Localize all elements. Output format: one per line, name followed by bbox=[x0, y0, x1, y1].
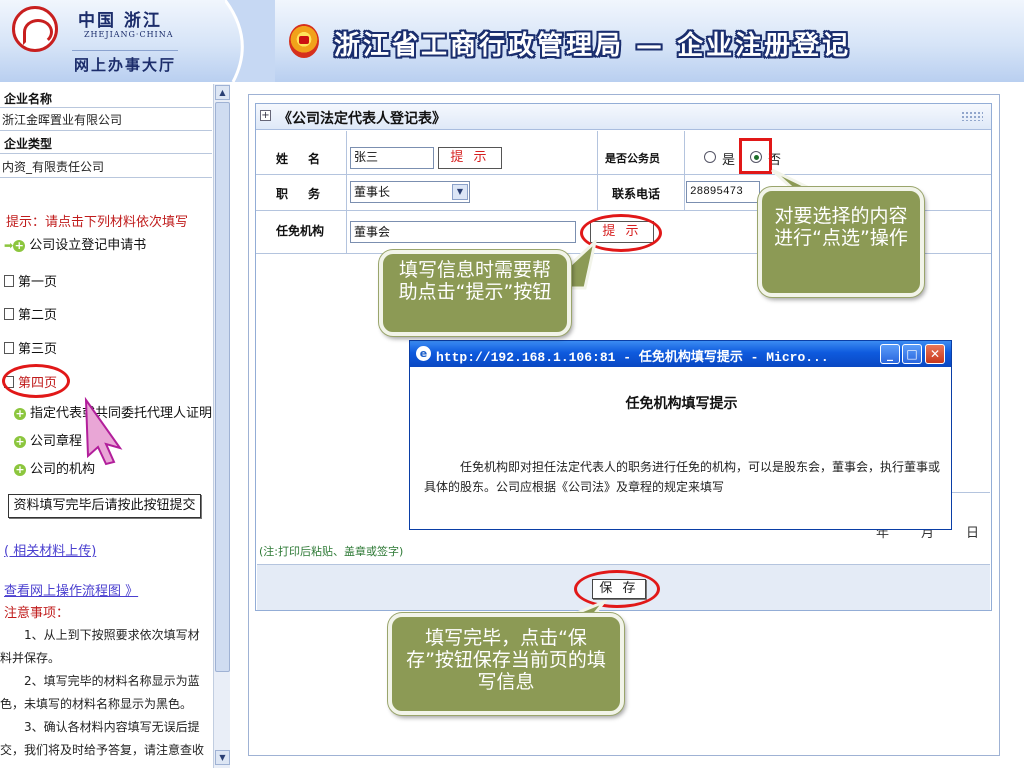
logo-subtitle: 网上办事大厅 bbox=[72, 50, 178, 74]
note-1: 1、从上到下按照要求依次填写材料并保存。 bbox=[0, 628, 200, 665]
scroll-up-icon[interactable]: ▲ bbox=[215, 85, 230, 100]
name-label: 姓 名 bbox=[276, 152, 325, 166]
sidebar-scrollbar[interactable]: ▲ ▼ bbox=[213, 84, 230, 768]
print-note: (注:打印后粘贴、盖章或签字) bbox=[259, 545, 404, 558]
plus-icon: + bbox=[13, 239, 26, 252]
sidebar-item-label: 公司章程 bbox=[30, 434, 83, 449]
sidebar-item-label: 第二页 bbox=[18, 308, 58, 323]
company-name-value: 浙江金晖置业有限公司 bbox=[2, 113, 123, 127]
frame-border bbox=[248, 94, 1000, 95]
company-type-value: 内资_有限责任公司 bbox=[2, 160, 105, 174]
sidebar-tip: 提示：请点击下列材料依次填写 bbox=[6, 215, 189, 230]
plus-icon: + bbox=[14, 435, 26, 448]
col-divider bbox=[597, 131, 598, 211]
note-2: 2、填写完毕的材料名称显示为蓝色，未填写的材料名称显示为黑色。 bbox=[0, 674, 200, 711]
submit-button[interactable]: 资料填写完毕后请按此按钮提交 bbox=[8, 494, 201, 518]
header-divider bbox=[225, 0, 275, 82]
expand-icon[interactable]: + bbox=[260, 110, 271, 121]
divider bbox=[0, 153, 212, 154]
select-callout: 对要选择的内容进行“点选”操作 bbox=[758, 187, 924, 297]
note-3: 3、确认各材料内容填写无误后提交，我们将及时给予答复，请注意查收 bbox=[0, 720, 205, 757]
chevron-down-icon[interactable]: ▼ bbox=[452, 184, 468, 200]
name-input[interactable]: 张三 bbox=[350, 147, 434, 169]
close-icon[interactable]: ✕ bbox=[925, 344, 945, 364]
frame-bottom bbox=[248, 744, 1000, 756]
grip-icon bbox=[961, 111, 983, 121]
highlight-ring bbox=[2, 364, 70, 398]
divider bbox=[0, 177, 212, 178]
hint-popup-window: e http://192.168.1.106:81 - 任免机构填写提示 - M… bbox=[409, 340, 952, 530]
minimize-icon[interactable]: _ bbox=[880, 344, 900, 364]
phone-label: 联系电话 bbox=[612, 187, 661, 201]
sidebar-item-articles[interactable]: + 公司章程 bbox=[14, 430, 82, 449]
emblem-icon bbox=[289, 24, 319, 58]
flow-chart-link[interactable]: 查看网上操作流程图 》 bbox=[4, 580, 138, 599]
highlight-box bbox=[739, 138, 772, 174]
cursor-icon bbox=[84, 396, 123, 466]
row-divider bbox=[256, 174, 991, 175]
logo-english: ZHEJIANG·CHINA bbox=[84, 30, 174, 39]
company-name-label: 企业名称 bbox=[4, 92, 53, 106]
logo-title: 中国 浙江 bbox=[78, 11, 162, 31]
frame-border bbox=[248, 94, 249, 756]
frame-border bbox=[999, 94, 1000, 756]
signature-line bbox=[952, 492, 990, 493]
sidebar-item-label: 第一页 bbox=[18, 275, 58, 290]
scroll-down-icon[interactable]: ▼ bbox=[215, 750, 230, 765]
col-divider bbox=[684, 131, 685, 211]
hint-callout: 填写信息时需要帮助点击“提示”按钮 bbox=[379, 250, 571, 336]
page-title: 浙江省工商行政管理局 — 企业注册登记 bbox=[334, 31, 852, 61]
col-divider bbox=[346, 131, 347, 253]
plus-icon: + bbox=[14, 407, 26, 420]
form-title: 《公司法定代表人登记表》 bbox=[278, 111, 446, 127]
phone-input[interactable]: 28895473 bbox=[686, 181, 760, 203]
divider bbox=[0, 130, 212, 131]
logo-icon bbox=[12, 6, 58, 52]
popup-titlebar[interactable]: e http://192.168.1.106:81 - 任免机构填写提示 - M… bbox=[410, 341, 951, 367]
ie-icon: e bbox=[416, 346, 431, 361]
popup-title: http://192.168.1.106:81 - 任免机构填写提示 - Mic… bbox=[436, 350, 829, 365]
scroll-thumb[interactable] bbox=[215, 102, 230, 672]
sidebar-item-application[interactable]: ➡+ 公司设立登记申请书 bbox=[4, 234, 146, 253]
arrow-icon: ➡ bbox=[4, 239, 14, 252]
form-panel-header: + 《公司法定代表人登记表》 bbox=[256, 104, 991, 130]
divider bbox=[0, 107, 212, 108]
name-hint-button[interactable]: 提 示 bbox=[438, 147, 502, 169]
plus-icon: + bbox=[14, 463, 26, 476]
civil-servant-label: 是否公务员 bbox=[605, 152, 660, 165]
sidebar-item-page1[interactable]: 第一页 bbox=[4, 271, 57, 290]
maximize-icon[interactable]: □ bbox=[902, 344, 922, 364]
document-icon bbox=[4, 342, 14, 354]
sidebar-item-label: 第三页 bbox=[18, 342, 58, 357]
sidebar-item-label: 公司设立登记申请书 bbox=[29, 238, 147, 253]
document-icon bbox=[4, 308, 14, 320]
header-banner: 中国 浙江 ZHEJIANG·CHINA 网上办事大厅 浙江省工商行政管理局 —… bbox=[0, 0, 1024, 82]
sidebar-item-page2[interactable]: 第二页 bbox=[4, 304, 57, 323]
upload-link[interactable]: ( 相关材料上传) bbox=[4, 540, 96, 559]
sidebar-item-page3[interactable]: 第三页 bbox=[4, 338, 57, 357]
popup-heading: 任免机构填写提示 bbox=[625, 396, 738, 412]
document-icon bbox=[4, 275, 14, 287]
org-label: 任免机构 bbox=[276, 224, 325, 238]
position-label: 职 务 bbox=[276, 187, 325, 201]
notes-title: 注意事项： bbox=[4, 606, 70, 621]
save-callout: 填写完毕，点击“保存”按钮保存当前页的填写信息 bbox=[388, 613, 624, 715]
popup-body: 任免机构即对担任法定代表人的职务进行任免的机构，可以是股东会，董事会，执行董事或… bbox=[424, 460, 941, 494]
company-type-label: 企业类型 bbox=[4, 137, 53, 151]
radio-yes-label: 是 bbox=[722, 153, 736, 168]
radio-yes[interactable] bbox=[704, 151, 716, 163]
